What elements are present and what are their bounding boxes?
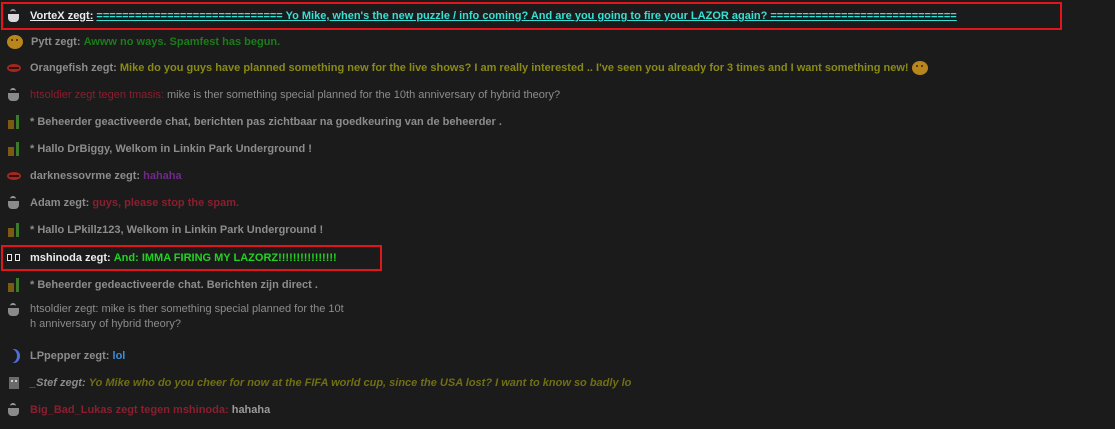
system-message: * Beheerder geactiveerde chat, berichten…	[6, 112, 502, 132]
sender-name[interactable]: Orangefish zegt:	[30, 62, 117, 74]
smiley-icon	[911, 61, 928, 75]
coffee-cup-icon	[6, 87, 22, 103]
message-text: Awww no ways. Spamfest has begun.	[83, 36, 281, 48]
message-text: hahaha	[143, 170, 182, 182]
coffee-cup-icon	[6, 302, 22, 318]
chat-message: Pytt zegt: Awww no ways. Spamfest has be…	[6, 32, 280, 52]
coffee-cup-icon	[6, 8, 22, 24]
sender-name[interactable]: darknessovrme zegt:	[30, 170, 140, 182]
message-text-continued: h anniversary of hybrid theory?	[30, 318, 182, 330]
chat-message: VorteX zegt: ===========================…	[6, 6, 957, 26]
sender-name[interactable]: VorteX zegt:	[30, 10, 93, 22]
chat-message: htsoldier zegt tegen tmasis: mike is the…	[6, 85, 560, 105]
robot-icon	[6, 375, 22, 391]
chat-message: Orangefish zegt: Mike do you guys have p…	[6, 58, 928, 78]
lips-icon	[6, 168, 22, 184]
sender-name[interactable]: _Stef zegt:	[30, 377, 86, 389]
drink-icon	[6, 222, 22, 238]
coffee-cup-icon	[6, 195, 22, 211]
sender-name[interactable]: htsoldier zegt tegen tmasis:	[30, 89, 164, 101]
message-text: ============================= Yo Mike, w…	[96, 10, 957, 22]
chat-message: Adam zegt: guys, please stop the spam.	[6, 193, 239, 213]
drink-icon	[6, 277, 22, 293]
chat-message: htsoldier zegt: mike is ther something s…	[6, 302, 344, 336]
message-text: Yo Mike who do you cheer for now at the …	[88, 377, 632, 389]
sender-name[interactable]: htsoldier zegt:	[30, 303, 98, 315]
message-text: mike is ther something special planned f…	[166, 89, 561, 101]
drink-icon	[6, 114, 22, 130]
system-message: * Hallo DrBiggy, Welkom in Linkin Park U…	[6, 139, 312, 159]
system-message: * Hallo LPkillz123, Welkom in Linkin Par…	[6, 220, 323, 240]
message-text: * Beheerder gedeactiveerde chat. Bericht…	[30, 279, 318, 291]
chat-message: darknessovrme zegt: hahaha	[6, 166, 182, 186]
chat-message: mshinoda zegt: And: IMMA FIRING MY LAZOR…	[6, 248, 337, 268]
moon-icon	[6, 348, 22, 364]
sender-name[interactable]: Pytt zegt:	[31, 36, 81, 48]
lips-icon	[6, 60, 22, 76]
message-text: guys, please stop the spam.	[92, 197, 240, 209]
message-text: lol	[112, 350, 126, 362]
chat-message: Big_Bad_Lukas zegt tegen mshinoda: hahah…	[6, 400, 270, 420]
chat-message: _Stef zegt: Yo Mike who do you cheer for…	[6, 373, 631, 393]
smiley-icon	[7, 35, 23, 49]
message-text: * Beheerder geactiveerde chat, berichten…	[30, 116, 502, 128]
message-text: * Hallo LPkillz123, Welkom in Linkin Par…	[30, 224, 324, 236]
sender-name[interactable]: LPpepper zegt:	[30, 350, 109, 362]
sender-name[interactable]: mshinoda zegt:	[30, 252, 111, 264]
message-text: Mike do you guys have planned something …	[119, 62, 909, 74]
message-text: hahaha	[231, 404, 271, 416]
message-text: mike is ther something special planned f…	[101, 303, 344, 315]
sender-name[interactable]: Big_Bad_Lukas zegt tegen mshinoda:	[30, 404, 229, 416]
message-text: * Hallo DrBiggy, Welkom in Linkin Park U…	[30, 143, 312, 155]
system-message: * Beheerder gedeactiveerde chat. Bericht…	[6, 275, 318, 295]
coffee-cup-icon	[6, 402, 22, 418]
sender-name[interactable]: Adam zegt:	[30, 197, 89, 209]
glasses-icon	[6, 250, 22, 266]
chat-log: VorteX zegt: ===========================…	[0, 0, 1115, 429]
message-text: And: IMMA FIRING MY LAZORZ!!!!!!!!!!!!!!…	[113, 252, 337, 264]
drink-icon	[6, 141, 22, 157]
chat-message: LPpepper zegt: lol	[6, 346, 125, 366]
